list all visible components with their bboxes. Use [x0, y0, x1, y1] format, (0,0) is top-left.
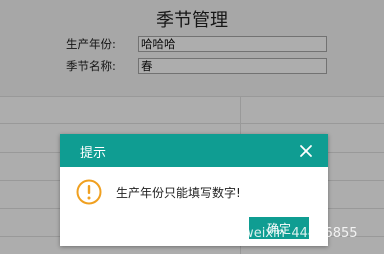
watermark: https://blog.csdn.net/weixin_44446855: [104, 226, 358, 241]
dialog-title: 提示: [80, 146, 107, 161]
warning-circle-icon: [76, 179, 102, 205]
close-icon[interactable]: [298, 143, 314, 159]
dialog-header: 提示: [60, 134, 328, 167]
dialog-message: 生产年份只能填写数字!: [116, 186, 241, 200]
